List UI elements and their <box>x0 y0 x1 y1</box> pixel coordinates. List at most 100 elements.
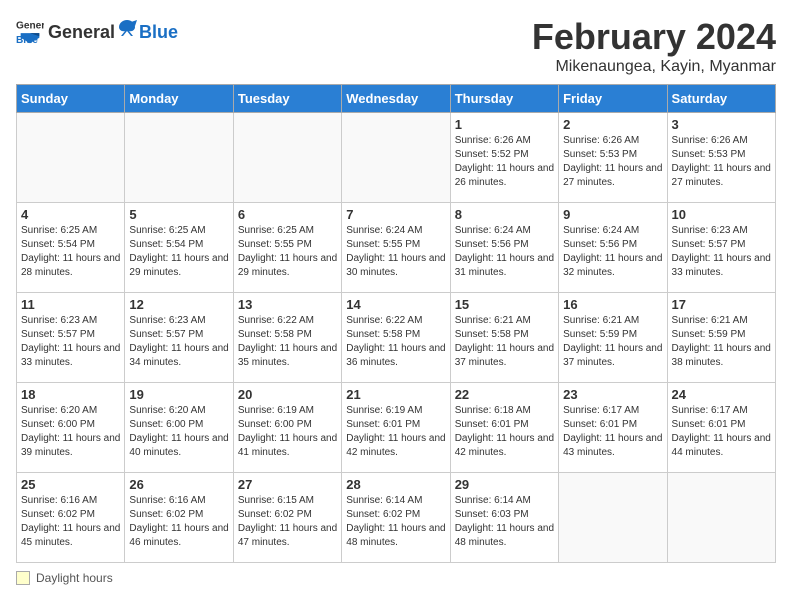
calendar-cell: 17 Sunrise: 6:21 AM Sunset: 5:59 PM Dayli… <box>667 293 775 383</box>
day-info: Sunrise: 6:16 AM Sunset: 6:02 PM Dayligh… <box>21 494 120 550</box>
day-info: Sunrise: 6:20 AM Sunset: 6:00 PM Dayligh… <box>129 404 228 460</box>
day-info: Sunrise: 6:16 AM Sunset: 6:02 PM Dayligh… <box>129 494 228 550</box>
logo: General Blue General Blue <box>16 16 178 44</box>
day-number: 17 <box>672 297 771 312</box>
day-number: 11 <box>21 297 120 312</box>
calendar-cell: 26 Sunrise: 6:16 AM Sunset: 6:02 PM Dayli… <box>125 473 233 563</box>
day-number: 20 <box>238 387 337 402</box>
calendar-cell: 20Sunrise: 6:19 AM Sunset: 6:00 PM Dayli… <box>233 383 341 473</box>
calendar-table: SundayMondayTuesdayWednesdayThursdayFrid… <box>16 84 776 563</box>
calendar-cell: 6 Sunrise: 6:25 AM Sunset: 5:55 PM Daylig… <box>233 203 341 293</box>
calendar-cell: 23 Sunrise: 6:17 AM Sunset: 6:01 PM Dayli… <box>559 383 667 473</box>
calendar-cell: 1 Sunrise: 6:26 AM Sunset: 5:52 PM Daylig… <box>450 113 558 203</box>
day-info: Sunrise: 6:24 AM Sunset: 5:56 PM Dayligh… <box>563 224 662 280</box>
calendar-cell <box>233 113 341 203</box>
day-number: 28 <box>346 477 445 492</box>
day-number: 14 <box>346 297 445 312</box>
day-number: 27 <box>238 477 337 492</box>
day-of-week-header: Friday <box>559 85 667 113</box>
day-info: Sunrise: 6:15 AM Sunset: 6:02 PM Dayligh… <box>238 494 337 550</box>
calendar-cell: 13 Sunrise: 6:22 AM Sunset: 5:58 PM Dayli… <box>233 293 341 383</box>
day-info: Sunrise: 6:22 AM Sunset: 5:58 PM Dayligh… <box>238 314 337 370</box>
calendar-cell: 21Sunrise: 6:19 AM Sunset: 6:01 PM Dayli… <box>342 383 450 473</box>
day-number: 26 <box>129 477 228 492</box>
calendar-cell: 24Sunrise: 6:17 AM Sunset: 6:01 PM Dayli… <box>667 383 775 473</box>
day-info: Sunrise: 6:17 AM Sunset: 6:01 PM Dayligh… <box>563 404 662 460</box>
calendar-cell: 12Sunrise: 6:23 AM Sunset: 5:57 PM Dayli… <box>125 293 233 383</box>
day-info: Sunrise: 6:18 AM Sunset: 6:01 PM Dayligh… <box>455 404 554 460</box>
calendar-cell <box>559 473 667 563</box>
day-of-week-header: Sunday <box>17 85 125 113</box>
day-info: Sunrise: 6:26 AM Sunset: 5:53 PM Dayligh… <box>563 134 662 190</box>
day-number: 8 <box>455 207 554 222</box>
svg-text:Blue: Blue <box>16 35 38 44</box>
calendar-cell: 19 Sunrise: 6:20 AM Sunset: 6:00 PM Dayli… <box>125 383 233 473</box>
day-of-week-header: Saturday <box>667 85 775 113</box>
svg-text:General: General <box>16 20 44 31</box>
day-number: 6 <box>238 207 337 222</box>
day-info: Sunrise: 6:17 AM Sunset: 6:01 PM Dayligh… <box>672 404 771 460</box>
day-number: 5 <box>129 207 228 222</box>
day-info: Sunrise: 6:25 AM Sunset: 5:54 PM Dayligh… <box>21 224 120 280</box>
calendar-cell <box>125 113 233 203</box>
calendar-week-row: 25 Sunrise: 6:16 AM Sunset: 6:02 PM Dayli… <box>17 473 776 563</box>
header-row: SundayMondayTuesdayWednesdayThursdayFrid… <box>17 85 776 113</box>
day-number: 3 <box>672 117 771 132</box>
month-title: February 2024 <box>532 16 776 58</box>
calendar-cell: 8 Sunrise: 6:24 AM Sunset: 5:56 PM Daylig… <box>450 203 558 293</box>
day-of-week-header: Monday <box>125 85 233 113</box>
day-number: 19 <box>129 387 228 402</box>
day-info: Sunrise: 6:26 AM Sunset: 5:53 PM Dayligh… <box>672 134 771 190</box>
calendar-cell: 10Sunrise: 6:23 AM Sunset: 5:57 PM Dayli… <box>667 203 775 293</box>
day-number: 25 <box>21 477 120 492</box>
day-number: 18 <box>21 387 120 402</box>
calendar-cell: 25 Sunrise: 6:16 AM Sunset: 6:02 PM Dayli… <box>17 473 125 563</box>
day-info: Sunrise: 6:24 AM Sunset: 5:55 PM Dayligh… <box>346 224 445 280</box>
daylight-box-icon <box>16 571 30 585</box>
day-number: 23 <box>563 387 662 402</box>
calendar-cell: 22 Sunrise: 6:18 AM Sunset: 6:01 PM Dayli… <box>450 383 558 473</box>
day-number: 29 <box>455 477 554 492</box>
day-info: Sunrise: 6:23 AM Sunset: 5:57 PM Dayligh… <box>21 314 120 370</box>
logo-general-text: General <box>48 22 115 43</box>
calendar-week-row: 4Sunrise: 6:25 AM Sunset: 5:54 PM Daylig… <box>17 203 776 293</box>
calendar-cell: 5 Sunrise: 6:25 AM Sunset: 5:54 PM Daylig… <box>125 203 233 293</box>
day-info: Sunrise: 6:25 AM Sunset: 5:54 PM Dayligh… <box>129 224 228 280</box>
calendar-cell: 29 Sunrise: 6:14 AM Sunset: 6:03 PM Dayli… <box>450 473 558 563</box>
calendar-cell: 28 Sunrise: 6:14 AM Sunset: 6:02 PM Dayli… <box>342 473 450 563</box>
daylight-label: Daylight hours <box>36 571 113 585</box>
calendar-cell: 4Sunrise: 6:25 AM Sunset: 5:54 PM Daylig… <box>17 203 125 293</box>
calendar-cell <box>667 473 775 563</box>
day-of-week-header: Tuesday <box>233 85 341 113</box>
logo-blue-text: Blue <box>139 22 178 43</box>
calendar-week-row: 18 Sunrise: 6:20 AM Sunset: 6:00 PM Dayli… <box>17 383 776 473</box>
day-number: 9 <box>563 207 662 222</box>
day-number: 2 <box>563 117 662 132</box>
calendar-cell: 27 Sunrise: 6:15 AM Sunset: 6:02 PM Dayli… <box>233 473 341 563</box>
day-info: Sunrise: 6:22 AM Sunset: 5:58 PM Dayligh… <box>346 314 445 370</box>
day-number: 12 <box>129 297 228 312</box>
day-info: Sunrise: 6:21 AM Sunset: 5:59 PM Dayligh… <box>672 314 771 370</box>
day-number: 15 <box>455 297 554 312</box>
day-number: 22 <box>455 387 554 402</box>
calendar-cell: 2 Sunrise: 6:26 AM Sunset: 5:53 PM Daylig… <box>559 113 667 203</box>
day-number: 13 <box>238 297 337 312</box>
location-text: Mikenaungea, Kayin, Myanmar <box>532 58 776 76</box>
calendar-cell: 14 Sunrise: 6:22 AM Sunset: 5:58 PM Dayli… <box>342 293 450 383</box>
day-number: 1 <box>455 117 554 132</box>
day-info: Sunrise: 6:14 AM Sunset: 6:03 PM Dayligh… <box>455 494 554 550</box>
day-info: Sunrise: 6:26 AM Sunset: 5:52 PM Dayligh… <box>455 134 554 190</box>
day-info: Sunrise: 6:24 AM Sunset: 5:56 PM Dayligh… <box>455 224 554 280</box>
day-of-week-header: Thursday <box>450 85 558 113</box>
day-info: Sunrise: 6:25 AM Sunset: 5:55 PM Dayligh… <box>238 224 337 280</box>
logo-icon: General Blue <box>16 16 44 44</box>
page-header: General Blue General Blue February 2024 … <box>16 16 776 76</box>
footer-note: Daylight hours <box>16 571 776 585</box>
day-number: 10 <box>672 207 771 222</box>
day-info: Sunrise: 6:21 AM Sunset: 5:59 PM Dayligh… <box>563 314 662 370</box>
day-info: Sunrise: 6:14 AM Sunset: 6:02 PM Dayligh… <box>346 494 445 550</box>
calendar-cell: 11 Sunrise: 6:23 AM Sunset: 5:57 PM Dayli… <box>17 293 125 383</box>
logo-bird-icon <box>117 18 137 38</box>
day-number: 16 <box>563 297 662 312</box>
calendar-cell: 16 Sunrise: 6:21 AM Sunset: 5:59 PM Dayli… <box>559 293 667 383</box>
